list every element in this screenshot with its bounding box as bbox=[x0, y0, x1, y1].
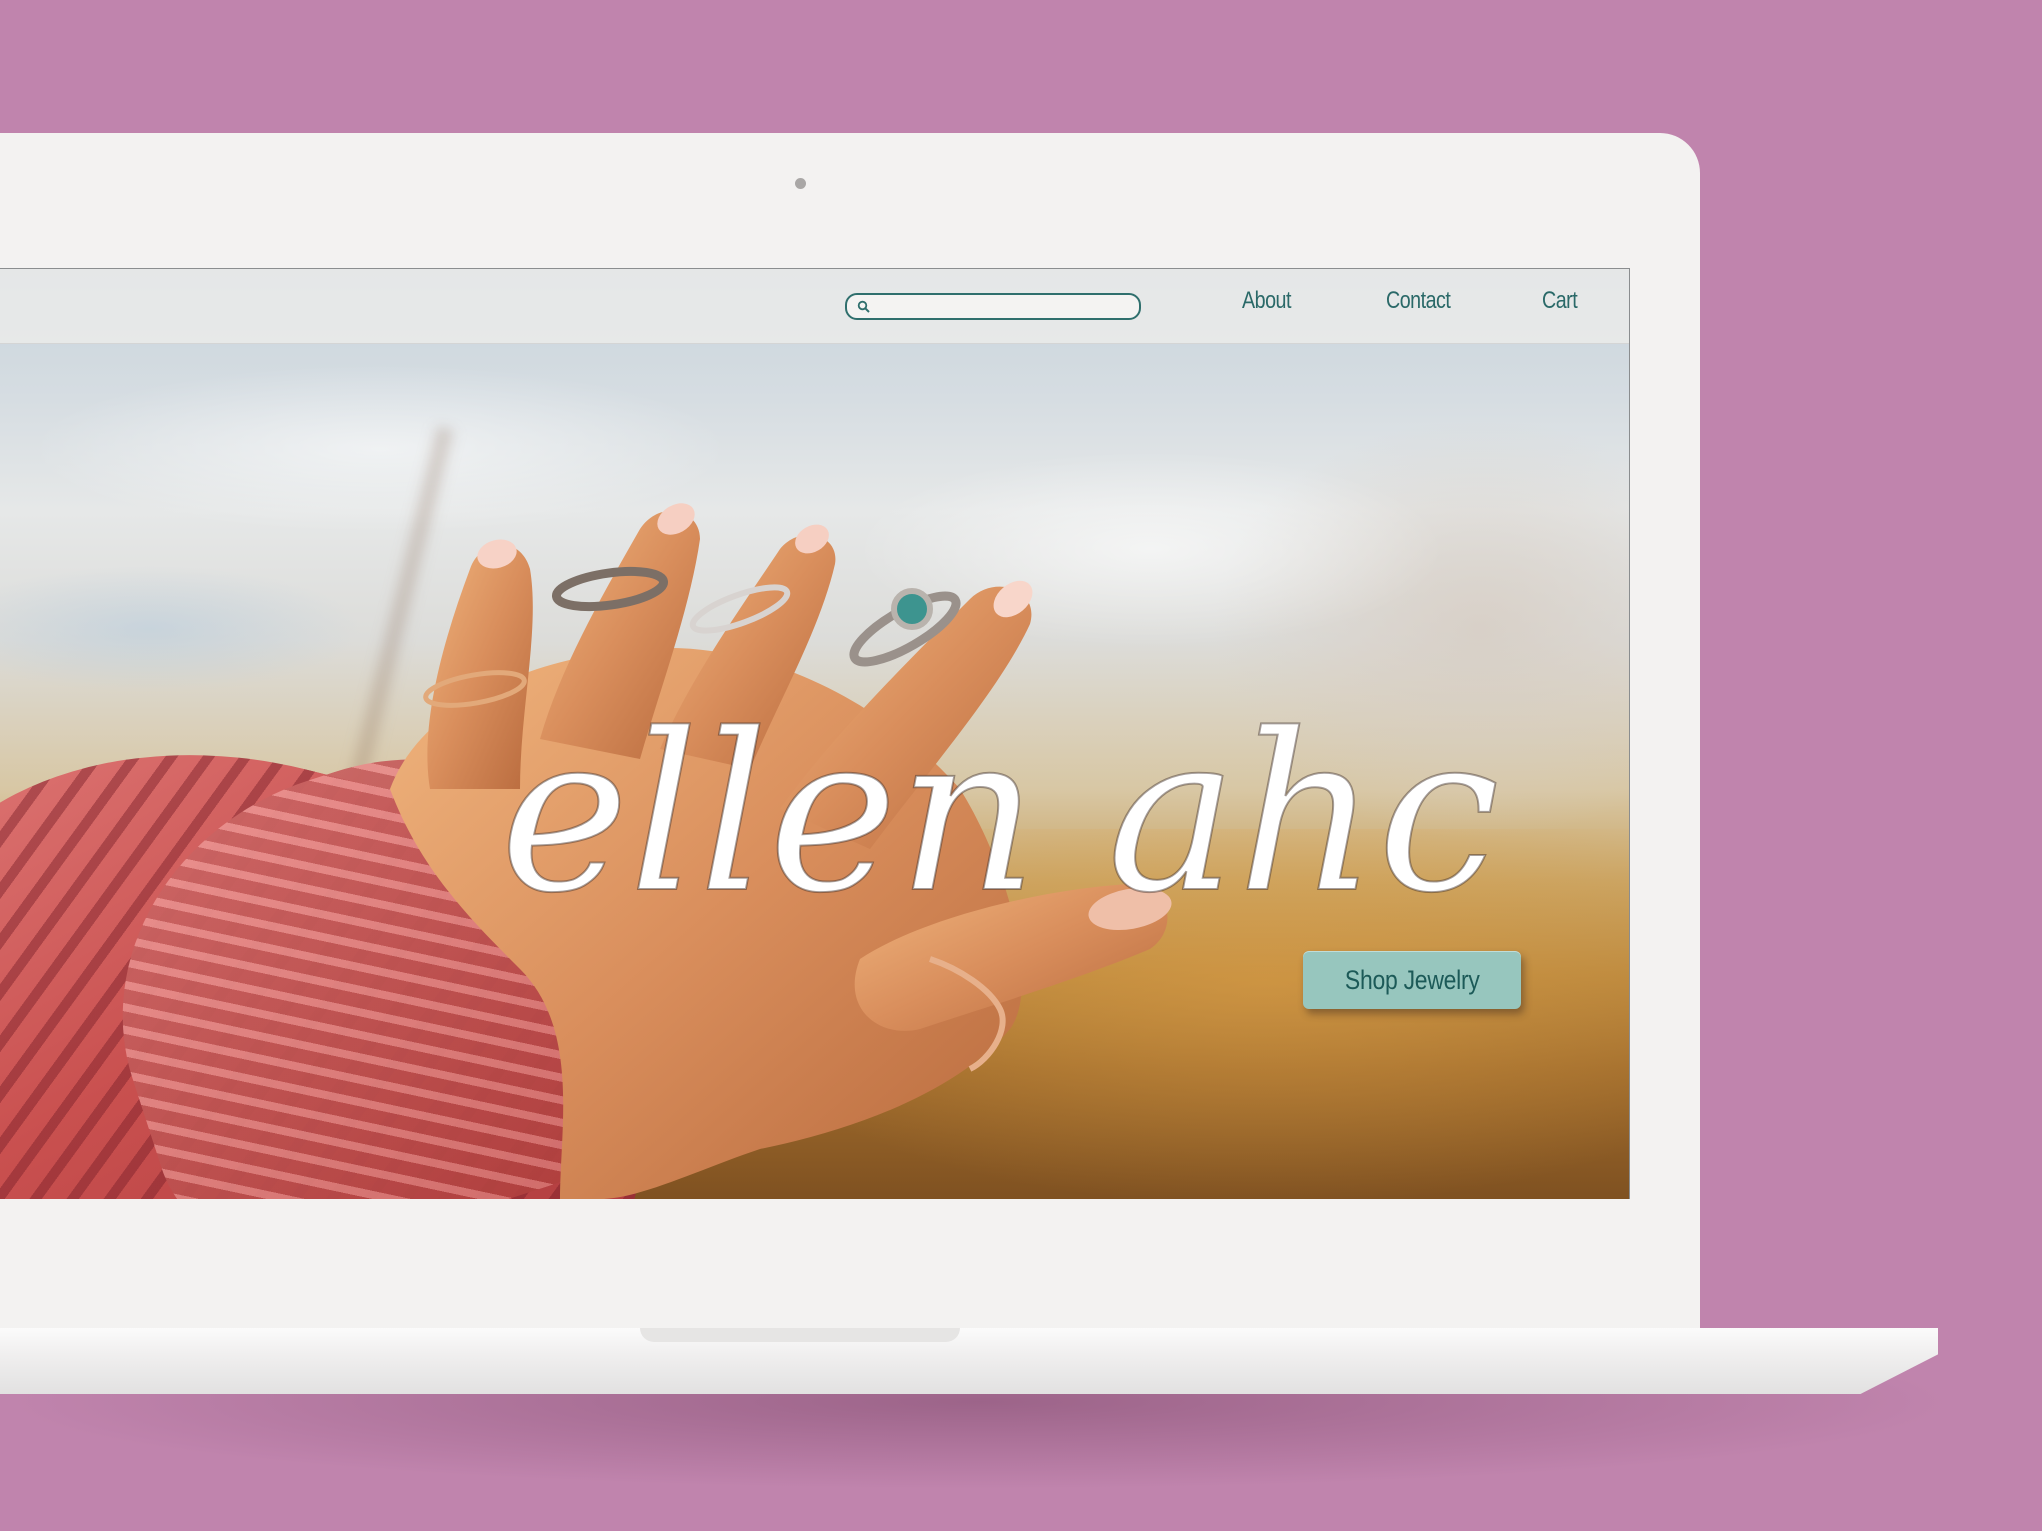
search-box[interactable] bbox=[845, 293, 1141, 320]
laptop-shadow bbox=[0, 1380, 1960, 1490]
laptop-base bbox=[0, 1328, 1938, 1394]
laptop-lid-notch bbox=[640, 1328, 960, 1342]
search-input[interactable] bbox=[877, 297, 1135, 318]
shop-jewelry-button[interactable]: Shop Jewelry bbox=[1303, 951, 1521, 1009]
search-icon bbox=[857, 300, 870, 313]
nav-link-contact[interactable]: Contact bbox=[1386, 287, 1451, 315]
brand-name: ellen ahc bbox=[500, 709, 1500, 929]
webcam-dot bbox=[795, 178, 806, 189]
brand-logo: ellen ahc bbox=[500, 709, 1501, 929]
nav-link-about[interactable]: About bbox=[1242, 287, 1291, 315]
top-navigation-bar: About Contact Cart bbox=[0, 269, 1629, 344]
nav-link-cart[interactable]: Cart bbox=[1542, 287, 1578, 315]
shop-jewelry-label: Shop Jewelry bbox=[1344, 964, 1480, 995]
website-screen: About Contact Cart ellen ahc Shop Jewelr… bbox=[0, 268, 1630, 1199]
